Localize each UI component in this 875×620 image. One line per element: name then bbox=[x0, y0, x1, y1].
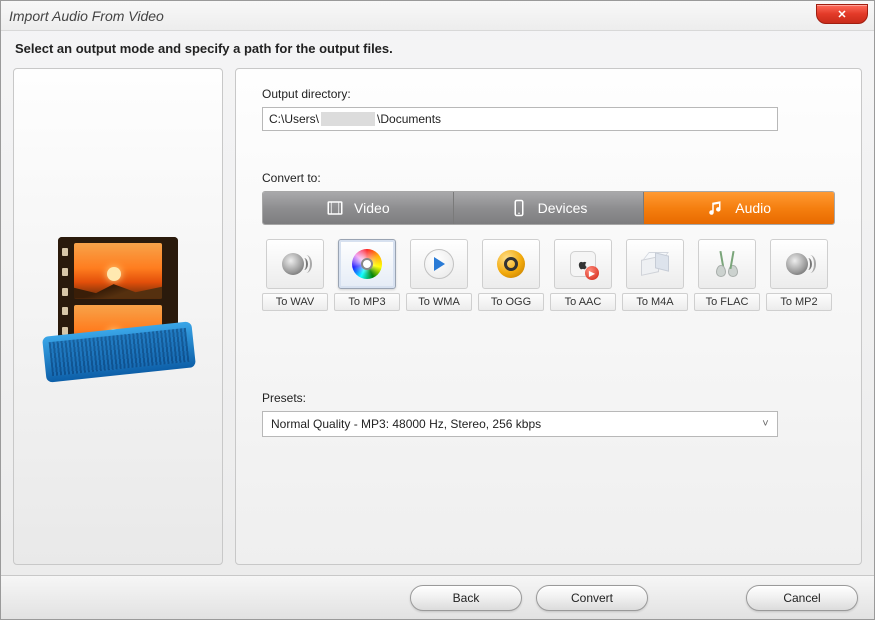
dialog-window: Import Audio From Video ✕ Select an outp… bbox=[0, 0, 875, 620]
window-title: Import Audio From Video bbox=[9, 8, 164, 24]
chevron-down-icon: ˅ bbox=[762, 418, 768, 430]
main-panel: Output directory: C:\Users\ \Documents Co… bbox=[235, 68, 862, 565]
format-flac-label: To FLAC bbox=[694, 293, 760, 311]
format-mp2-label: To MP2 bbox=[766, 293, 832, 311]
presets-section: Presets: Normal Quality - MP3: 48000 Hz,… bbox=[262, 391, 835, 437]
titlebar: Import Audio From Video ✕ bbox=[1, 1, 874, 31]
sidebar-illustration-panel bbox=[13, 68, 223, 565]
format-ogg-label: To OGG bbox=[478, 293, 544, 311]
tab-audio[interactable]: Audio bbox=[644, 192, 834, 224]
cd-icon bbox=[352, 249, 382, 279]
output-path-redacted bbox=[321, 112, 375, 126]
output-directory-label: Output directory: bbox=[262, 87, 835, 101]
output-path-suffix: \Documents bbox=[377, 112, 441, 126]
instruction-text: Select an output mode and specify a path… bbox=[1, 31, 874, 62]
convert-to-section: Convert to: Video Devices Audio bbox=[262, 171, 835, 311]
format-mp2[interactable]: To MP2 bbox=[766, 239, 832, 311]
presets-label: Presets: bbox=[262, 391, 835, 405]
output-path-prefix: C:\Users\ bbox=[269, 112, 319, 126]
cancel-button[interactable]: Cancel bbox=[746, 585, 858, 611]
convert-button[interactable]: Convert bbox=[536, 585, 648, 611]
tab-devices[interactable]: Devices bbox=[454, 192, 645, 224]
media-player-icon bbox=[424, 249, 454, 279]
format-mp3-label: To MP3 bbox=[334, 293, 400, 311]
category-tabs: Video Devices Audio bbox=[262, 191, 835, 225]
tab-devices-label: Devices bbox=[538, 200, 588, 216]
format-wav-label: To WAV bbox=[262, 293, 328, 311]
dialog-body: Output directory: C:\Users\ \Documents Co… bbox=[1, 62, 874, 575]
format-wma-label: To WMA bbox=[406, 293, 472, 311]
format-wma[interactable]: To WMA bbox=[406, 239, 472, 311]
ogg-icon bbox=[497, 250, 525, 278]
output-directory-input[interactable]: C:\Users\ \Documents bbox=[262, 107, 778, 131]
box-icon bbox=[641, 252, 669, 276]
format-m4a-label: To M4A bbox=[622, 293, 688, 311]
speaker-icon bbox=[784, 249, 814, 279]
tab-video-label: Video bbox=[354, 200, 390, 216]
close-button[interactable]: ✕ bbox=[816, 4, 868, 24]
speaker-icon bbox=[280, 249, 310, 279]
tab-audio-label: Audio bbox=[735, 200, 771, 216]
format-ogg[interactable]: To OGG bbox=[478, 239, 544, 311]
output-directory-section: Output directory: C:\Users\ \Documents bbox=[262, 87, 835, 131]
format-wav[interactable]: To WAV bbox=[262, 239, 328, 311]
presets-dropdown[interactable]: Normal Quality - MP3: 48000 Hz, Stereo, … bbox=[262, 411, 778, 437]
filmstrip-illustration bbox=[48, 237, 188, 397]
apple-icon: ▶ bbox=[570, 251, 596, 277]
presets-value: Normal Quality - MP3: 48000 Hz, Stereo, … bbox=[271, 417, 541, 431]
format-grid: To WAV To MP3 To WMA To OGG bbox=[262, 239, 835, 311]
back-button[interactable]: Back bbox=[410, 585, 522, 611]
format-m4a[interactable]: To M4A bbox=[622, 239, 688, 311]
format-aac-label: To AAC bbox=[550, 293, 616, 311]
format-flac[interactable]: To FLAC bbox=[694, 239, 760, 311]
format-mp3[interactable]: To MP3 bbox=[334, 239, 400, 311]
music-note-icon bbox=[707, 199, 725, 217]
format-aac[interactable]: ▶ To AAC bbox=[550, 239, 616, 311]
video-icon bbox=[326, 199, 344, 217]
device-icon bbox=[510, 199, 528, 217]
earbuds-icon bbox=[712, 249, 742, 279]
tab-video[interactable]: Video bbox=[263, 192, 454, 224]
convert-to-label: Convert to: bbox=[262, 171, 835, 185]
dialog-footer: Back Convert Cancel bbox=[1, 575, 874, 619]
close-icon: ✕ bbox=[837, 8, 846, 21]
